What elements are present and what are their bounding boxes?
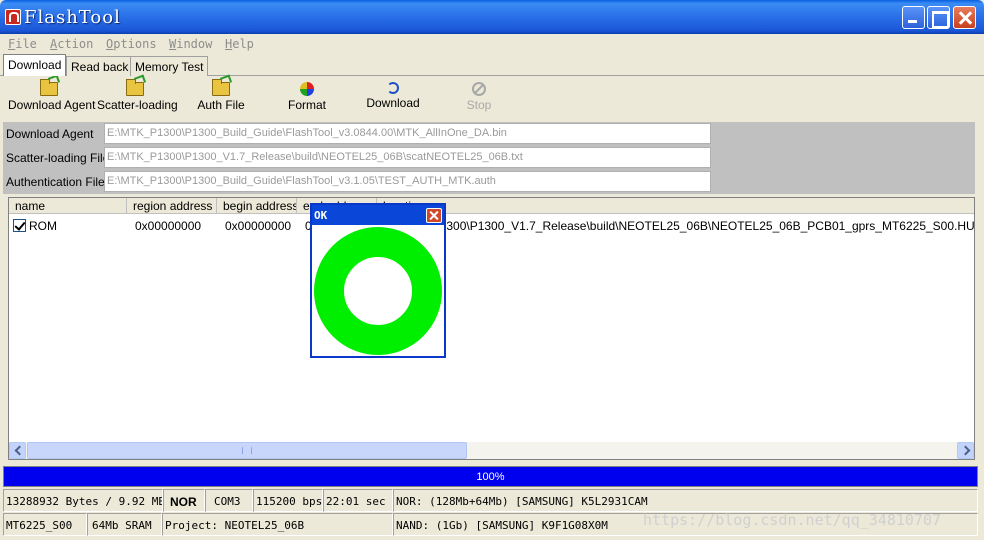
file-path-panel: Download Agent E:\MTK_P1300\P1300_Build_… [3,122,975,194]
authentication-row: Authentication File E:\MTK_P1300\P1300_B… [3,170,711,194]
tab-download[interactable]: Download [3,54,67,76]
window-title: FlashTool [24,7,121,28]
folder-icon [126,79,144,96]
download-button[interactable]: Download [364,78,422,118]
column-location[interactable]: location [377,198,974,214]
stop-button[interactable]: Stop [460,78,498,118]
download-agent-field-label: Download Agent [6,127,94,141]
authentication-path-field[interactable]: E:\MTK_P1300\P1300_Build_Guide\FlashTool… [104,171,711,192]
column-region-address[interactable]: region address [127,198,217,214]
watermark-text: https://blog.csdn.net/qq_34810707 [643,511,942,529]
tab-memory-test[interactable]: Memory Test [130,56,209,76]
success-ring-icon [314,227,442,355]
app-icon [5,9,21,25]
horizontal-scrollbar[interactable] [9,442,974,459]
minimize-button[interactable] [902,6,925,29]
progress-bar: 100% [3,466,978,487]
menu-options[interactable]: Options [106,37,157,51]
download-icon [387,82,399,94]
column-begin-address[interactable]: begin address [217,198,297,214]
ok-popup-close-icon[interactable] [426,208,442,223]
scatter-loading-label: Scatter-loading [97,98,178,112]
download-agent-button[interactable]: Download Agent [8,78,95,118]
scatter-loading-path-field[interactable]: E:\MTK_P1300\P1300_V1.7_Release\build\NE… [104,147,711,168]
close-button[interactable] [953,6,976,29]
status-baud-rate: 115200 bps [253,489,323,512]
rom-location: E:\MTK_P1300\P1300_V1.7_Release\build\NE… [385,219,975,233]
menu-bar: File Action Options Window Help [0,34,984,54]
auth-file-button[interactable]: Auth File [192,78,250,118]
scatter-loading-button[interactable]: Scatter-loading [97,78,178,118]
download-agent-path-field[interactable]: E:\MTK_P1300\P1300_Build_Guide\FlashTool… [104,123,711,144]
rom-begin-address: 0x00000000 [225,219,292,233]
menu-action[interactable]: Action [50,37,93,51]
scroll-left-icon[interactable] [9,442,26,459]
scroll-thumb[interactable] [27,442,467,459]
rom-list[interactable]: name region address begin address end ad… [8,197,975,460]
progress-text: 100% [476,471,505,483]
rom-name: ROM [29,219,57,233]
status-bytes: 13288932 Bytes / 9.92 MB [3,489,163,512]
stop-label: Stop [466,98,492,112]
menu-help[interactable]: Help [225,37,254,51]
maximize-button[interactable] [927,6,950,29]
stop-icon [472,82,486,96]
format-label: Format [287,98,326,112]
ok-popup-title: OK [312,205,444,225]
menu-window[interactable]: Window [169,37,212,51]
authentication-field-label: Authentication File [6,175,105,189]
tab-read-back[interactable]: Read back [66,56,134,76]
scatter-loading-field-label: Scatter-loading File [6,151,110,165]
status-chip: MT6225_S00 [3,513,87,536]
status-com-port: COM3 [205,489,253,512]
folder-icon [40,79,58,96]
toolbar: Download Agent Scatter-loading Auth File… [0,78,984,122]
status-elapsed-time: 22:01 sec [323,489,393,512]
status-project: Project: NEOTEL25_06B [162,513,393,536]
folder-icon [212,79,230,96]
download-label: Download [366,96,420,110]
rom-checkbox[interactable] [13,219,26,232]
format-button[interactable]: Format [282,78,332,118]
status-sram: 64Mb SRAM [87,513,162,536]
format-icon [300,82,314,96]
menu-file[interactable]: File [8,37,37,51]
status-flash-type: NOR [163,489,205,512]
title-bar[interactable]: FlashTool [0,0,984,34]
status-nor-info: NOR: (128Mb+64Mb) [SAMSUNG] K5L2931CAM [393,489,978,512]
rom-region-address: 0x00000000 [135,219,202,233]
scatter-loading-row: Scatter-loading File E:\MTK_P1300\P1300_… [3,146,711,170]
ok-popup: OK [310,203,446,358]
auth-file-label: Auth File [197,98,245,112]
download-agent-row: Download Agent E:\MTK_P1300\P1300_Build_… [3,122,711,146]
download-agent-label: Download Agent [8,98,96,112]
column-name[interactable]: name [9,198,127,214]
scroll-right-icon[interactable] [957,442,974,459]
